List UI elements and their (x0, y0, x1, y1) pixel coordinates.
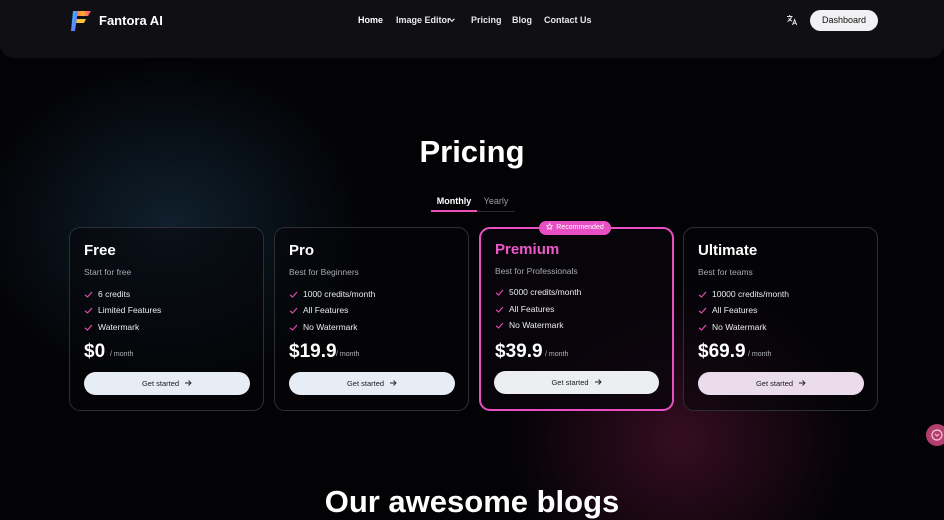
blogs-title: Our awesome blogs (324, 484, 620, 519)
plan-subtitle: Start for free (84, 267, 132, 277)
tab-yearly[interactable]: Yearly (477, 196, 515, 206)
page: Fantora AI Home Image Editor Pricing Blo… (0, 0, 944, 520)
check-icon (698, 307, 707, 314)
check-icon (698, 291, 707, 298)
plan-price: $39.9 (495, 341, 543, 362)
tab-active-indicator (431, 210, 477, 212)
top-navbar: Fantora AI Home Image Editor Pricing Blo… (0, 0, 944, 58)
plan-card-pro: Pro Best for Beginners 1000 credits/mont… (274, 227, 469, 411)
plan-card-premium: Premium Best for Professionals 5000 cred… (479, 227, 674, 411)
feature-text: Watermark (98, 322, 140, 332)
brand-name[interactable]: Fantora AI (99, 13, 163, 28)
feature-text: All Features (509, 304, 555, 314)
feature-text: Limited Features (98, 305, 162, 315)
arrow-right-icon (799, 380, 806, 386)
get-started-label: Get started (755, 379, 794, 388)
floating-chat-button[interactable] (926, 424, 944, 446)
plan-period: / month (336, 351, 360, 358)
feature-text: 6 credits (98, 289, 131, 299)
feature-text: No Watermark (303, 322, 358, 332)
nav-home[interactable]: Home (358, 15, 383, 25)
check-icon (84, 307, 93, 314)
plan-price: $69.9 (698, 341, 746, 362)
get-started-button[interactable]: Get started (84, 372, 250, 395)
plan-card-ultimate: Ultimate Best for teams 10000 credits/mo… (683, 227, 878, 411)
feature-text: 1000 credits/month (303, 289, 376, 299)
arrow-right-icon (185, 380, 192, 386)
plan-period: / month (748, 351, 772, 358)
plan-subtitle: Best for Professionals (495, 266, 578, 276)
plan-card-free: Free Start for free 6 credits Limited Fe… (69, 227, 264, 411)
get-started-label: Get started (551, 378, 589, 387)
check-icon (495, 289, 504, 296)
pricing-title: Pricing (419, 134, 525, 169)
check-icon (495, 306, 504, 313)
plan-price: $0 (84, 341, 106, 362)
feature-text: All Features (303, 305, 349, 315)
chat-icon (931, 429, 943, 441)
check-icon (289, 307, 298, 314)
badge-label: Recommended (556, 224, 604, 231)
feature-text: 5000 credits/month (509, 287, 582, 297)
feature-text: All Features (712, 305, 758, 315)
nav-pricing[interactable]: Pricing (471, 15, 502, 25)
plan-name: Premium (495, 241, 560, 258)
feature-text: No Watermark (712, 322, 767, 332)
plan-price: $19.9 (289, 341, 337, 362)
plan-period: / month (110, 351, 134, 358)
nav-image-editor[interactable]: Image Editor (396, 15, 451, 25)
check-icon (84, 291, 93, 298)
nav-contact[interactable]: Contact Us (544, 15, 592, 25)
get-started-button[interactable]: Get started (494, 371, 659, 394)
check-icon (84, 324, 93, 331)
feature-text: No Watermark (509, 320, 564, 330)
arrow-right-icon (390, 380, 397, 386)
nav-blog[interactable]: Blog (512, 15, 532, 25)
fantora-logo-icon[interactable] (70, 9, 92, 33)
recommended-badge: Recommended (539, 221, 611, 235)
get-started-label: Get started (346, 379, 385, 388)
get-started-button[interactable]: Get started (698, 372, 864, 395)
plan-name: Pro (289, 242, 315, 259)
check-icon (289, 291, 298, 298)
dashboard-button[interactable]: Dashboard (810, 10, 878, 31)
get-started-label: Get started (141, 379, 180, 388)
tab-monthly[interactable]: Monthly (431, 196, 477, 206)
check-icon (289, 324, 298, 331)
check-icon (495, 322, 504, 329)
plan-name: Free (84, 242, 116, 259)
check-icon (698, 324, 707, 331)
translate-icon[interactable] (786, 14, 798, 26)
arrow-right-icon (594, 379, 602, 385)
plan-period: / month (545, 351, 569, 358)
get-started-button[interactable]: Get started (289, 372, 455, 395)
plan-name: Ultimate (698, 242, 758, 259)
plan-subtitle: Best for Beginners (289, 267, 359, 277)
star-icon (546, 223, 554, 230)
plan-subtitle: Best for teams (698, 267, 753, 277)
chevron-down-icon[interactable] (448, 16, 456, 24)
feature-text: 10000 credits/month (712, 289, 790, 299)
